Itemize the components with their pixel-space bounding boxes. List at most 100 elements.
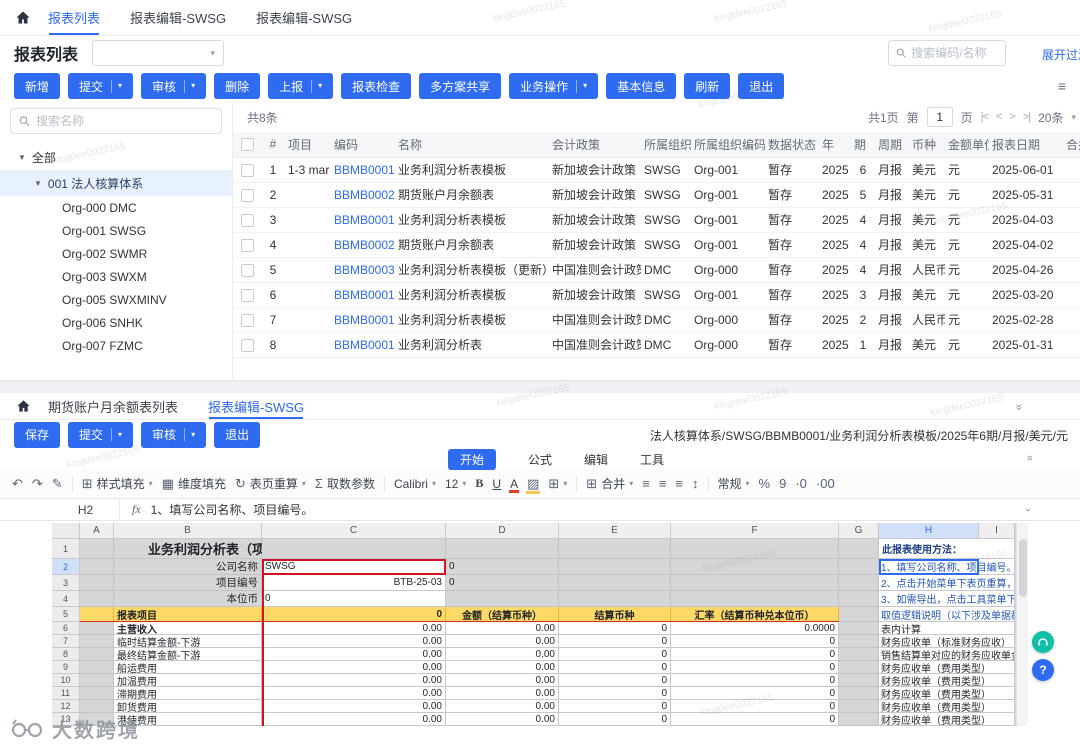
help-cell[interactable]: 财务应收单（费用类型） [879, 687, 1015, 700]
value-cell[interactable]: 0.00 [262, 687, 446, 700]
table-row[interactable]: 3 BBMB0001 业务利润分析表模板 新加坡会计政策 SWSG Org-00… [233, 207, 1080, 232]
help-cell[interactable]: 财务应收单（费用类型） [879, 661, 1015, 674]
fill-color-icon[interactable]: ▨ [527, 476, 539, 492]
item-cell[interactable]: 主营收入 [114, 622, 262, 635]
row-checkbox[interactable] [241, 214, 254, 227]
tree-node-org-2[interactable]: Org-002 SWMR [0, 242, 232, 265]
row-header[interactable]: 8 [52, 648, 80, 661]
rate-cell[interactable]: 0.0000 [671, 622, 839, 635]
tree-search-input[interactable] [36, 114, 213, 128]
amount-cell[interactable]: 0.00 [446, 648, 559, 661]
collapse-ribbon-icon[interactable]: » [1024, 457, 1036, 461]
table-row[interactable]: 5 BBMB0003 业务利润分析表模板（更新） 中国准则会计政策 DMC Or… [233, 257, 1080, 282]
row-header[interactable]: 5 [52, 607, 80, 622]
sheet-scrollbar[interactable] [1016, 523, 1028, 726]
settle-currency-cell[interactable]: 0 [559, 674, 671, 687]
help-cell[interactable]: 财务应收单（费用类型） [879, 700, 1015, 713]
first-page-icon[interactable]: |< [981, 111, 988, 123]
column-header[interactable]: D [446, 523, 559, 539]
help-cell[interactable]: 取值逻辑说明（以下涉及单据都是取 [879, 607, 1015, 622]
cell-code-link[interactable]: BBMB0002 [331, 232, 395, 257]
save-button[interactable]: 保存 [14, 422, 60, 448]
tree-node-org-6[interactable]: Org-007 FZMC [0, 334, 232, 357]
table-row[interactable]: 8 BBMB0001 业务利润分析表 中国准则会计政策 DMC Org-000 … [233, 332, 1080, 357]
submit-button[interactable]: 提交▾ [68, 73, 133, 99]
amount-cell[interactable]: 0.00 [446, 622, 559, 635]
item-cell[interactable]: 加温费用 [114, 674, 262, 687]
chevron-down-icon[interactable]: ▾ [583, 82, 587, 90]
collapse-tabs-icon[interactable]: » [1013, 404, 1027, 409]
tree-node-all[interactable]: ▼全部 [0, 144, 232, 170]
rate-cell[interactable]: 0 [671, 635, 839, 648]
chevron-down-icon[interactable]: ▾ [318, 82, 322, 90]
help-cell[interactable]: 1、填写公司名称、项目编号。 [879, 559, 1015, 575]
amount-cell[interactable]: 0.00 [446, 661, 559, 674]
cell[interactable]: 0 [262, 607, 446, 622]
column-header[interactable]: F [671, 523, 839, 539]
cell[interactable]: 0 [446, 575, 559, 591]
cell-code-link[interactable]: BBMB0001 [331, 332, 395, 357]
caret-down-icon[interactable]: ▼ [18, 153, 26, 162]
page-size-select[interactable]: 20条 [1038, 109, 1063, 126]
font-color-icon[interactable]: A [510, 477, 518, 491]
bold-icon[interactable]: B [475, 476, 483, 491]
tree-node-org-4[interactable]: Org-005 SWXMINV [0, 288, 232, 311]
settle-currency-cell[interactable]: 0 [559, 687, 671, 700]
help-cell[interactable]: 表内计算 [879, 622, 1015, 635]
settle-currency-cell[interactable]: 0 [559, 700, 671, 713]
caret-down-icon[interactable]: ▼ [34, 179, 42, 188]
help-cell[interactable]: 财务应收单（费用类型） [879, 674, 1015, 687]
rate-cell[interactable]: 0 [671, 674, 839, 687]
row-checkbox[interactable] [241, 314, 254, 327]
layout-settings-icon[interactable]: ≡ [1058, 78, 1066, 94]
rate-cell[interactable]: 0 [671, 648, 839, 661]
row-checkbox[interactable] [241, 189, 254, 202]
format-painter-icon[interactable]: ✎ [52, 476, 63, 492]
page-number-input[interactable] [927, 107, 953, 127]
column-header[interactable]: I [979, 523, 1015, 539]
tree-node-org-0[interactable]: Org-000 DMC [0, 196, 232, 219]
project-label-cell[interactable]: 项目编号 [114, 575, 262, 591]
row-header[interactable]: 9 [52, 661, 80, 674]
customer-service-button[interactable] [1032, 631, 1054, 653]
merge-cells-button[interactable]: ⊞合并▾ [586, 475, 633, 492]
amount-cell[interactable]: 0.00 [446, 700, 559, 713]
tab-report-edit-swsg[interactable]: 报表编辑-SWSG [208, 393, 304, 419]
ribbon-tab-formula[interactable]: 公式 [528, 451, 552, 468]
cell-code-link[interactable]: BBMB0003 [331, 257, 395, 282]
help-title-cell[interactable]: 此报表使用方法： [879, 539, 1015, 559]
rate-cell[interactable]: 0 [671, 700, 839, 713]
delete-button[interactable]: 删除 [214, 73, 260, 99]
align-center-icon[interactable]: ≡ [659, 476, 667, 491]
borders-button[interactable]: ⊞▾ [548, 476, 567, 492]
prev-page-icon[interactable]: < [996, 111, 1001, 123]
cell-code-link[interactable]: BBMB0002 [331, 182, 395, 207]
table-row[interactable]: 6 BBMB0001 业务利润分析表模板 新加坡会计政策 SWSG Org-00… [233, 282, 1080, 307]
align-left-icon[interactable]: ≡ [642, 476, 650, 491]
cell-code-link[interactable]: BBMB0001 [331, 282, 395, 307]
row-header[interactable]: 6 [52, 622, 80, 635]
vertical-align-icon[interactable]: ↕ [692, 476, 699, 491]
audit-button[interactable]: 审核▾ [141, 422, 206, 448]
row-checkbox[interactable] [241, 339, 254, 352]
biz-operation-button[interactable]: 业务操作▾ [509, 73, 598, 99]
rate-cell[interactable]: 0 [671, 687, 839, 700]
chevron-down-icon[interactable]: ▾ [191, 431, 195, 439]
table-row[interactable]: 2 BBMB0002 期货账户月余额表 新加坡会计政策 SWSG Org-001… [233, 182, 1080, 207]
item-cell[interactable]: 临时结算金额-下游 [114, 635, 262, 648]
value-cell[interactable]: 0.00 [262, 674, 446, 687]
value-cell[interactable]: 0.00 [262, 661, 446, 674]
cell-code-link[interactable]: BBMB0001 [331, 307, 395, 332]
chevron-down-icon[interactable]: ▾ [191, 82, 195, 90]
chevron-down-icon[interactable]: ▾ [118, 431, 122, 439]
column-header[interactable]: A [80, 523, 114, 539]
align-right-icon[interactable]: ≡ [675, 476, 683, 491]
style-fill-button[interactable]: ⊞样式填充▾ [82, 475, 153, 492]
tree-node-org-5[interactable]: Org-006 SNHK [0, 311, 232, 334]
submit-button[interactable]: 提交▾ [68, 422, 133, 448]
base-currency-value-cell[interactable]: 0 [262, 591, 446, 607]
settle-currency-cell[interactable]: 0 [559, 622, 671, 635]
rate-cell[interactable]: 0 [671, 661, 839, 674]
column-header[interactable]: C [262, 523, 446, 539]
ribbon-tab-edit[interactable]: 编辑 [584, 451, 608, 468]
